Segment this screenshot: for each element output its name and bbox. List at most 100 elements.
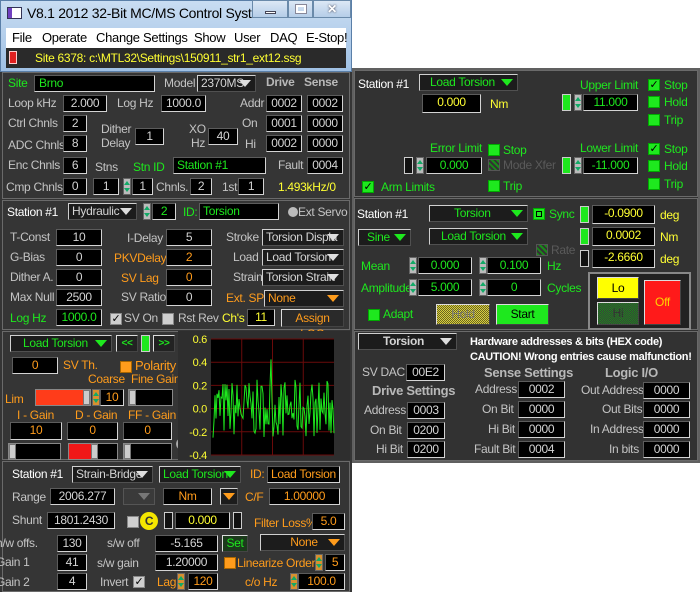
shunt-value-field[interactable]: 0.000: [175, 512, 230, 529]
filter-loss-field[interactable]: 5.0: [312, 513, 345, 530]
drive-on-bit-field[interactable]: 0200: [407, 422, 445, 439]
shunt-field[interactable]: 1801.2430: [47, 512, 115, 529]
upper-limit-field[interactable]: 11.000: [583, 94, 638, 111]
sensor-channel-dropdown[interactable]: Load Torsion: [159, 466, 241, 483]
enc-chnls-field[interactable]: 6: [63, 157, 87, 174]
waveform-dropdown[interactable]: Sine: [358, 229, 411, 246]
lim-slider[interactable]: [35, 389, 91, 406]
station-select-field[interactable]: 1: [132, 178, 153, 195]
cmp-chnls-field[interactable]: 0: [63, 178, 87, 195]
lower-stop-checkbox[interactable]: ✓: [648, 143, 660, 155]
model-dropdown[interactable]: 2370MS: [197, 75, 256, 92]
sv-threshold-field[interactable]: 0: [12, 357, 58, 374]
menu-operate[interactable]: Operate: [42, 30, 87, 46]
stns-field[interactable]: 1: [93, 178, 119, 195]
hi-button[interactable]: Hi: [597, 302, 639, 325]
close-button[interactable]: ✕: [313, 0, 351, 18]
arm-limits-checkbox[interactable]: ✓: [362, 181, 374, 193]
loop-khz-field[interactable]: 2.000: [63, 95, 107, 112]
maximize-button[interactable]: [288, 0, 313, 18]
calibrate-button[interactable]: C: [140, 512, 158, 530]
sense-addr-field[interactable]: 0002: [307, 95, 343, 112]
mode-xfer-checkbox[interactable]: [488, 159, 500, 171]
i-delay-field[interactable]: 5: [166, 229, 212, 246]
range-multiplier-dropdown[interactable]: [123, 488, 155, 505]
control-channel-dropdown[interactable]: Load Torsion: [429, 228, 528, 245]
station-spinner[interactable]: [123, 178, 131, 195]
g-bias-field[interactable]: 0: [56, 249, 102, 266]
sync-checkbox[interactable]: [533, 208, 545, 220]
xo-hz-field[interactable]: 40: [208, 128, 238, 145]
readout3-toggle[interactable]: [580, 250, 589, 267]
linearize-order-field[interactable]: 5: [325, 554, 345, 571]
slider-thumb[interactable]: [124, 444, 131, 459]
ext-servo-radio[interactable]: [288, 207, 298, 217]
prev-channel-button[interactable]: <<: [116, 335, 138, 352]
drive-hi-bit-field[interactable]: 0200: [407, 441, 445, 458]
error-trip-checkbox[interactable]: [488, 180, 500, 192]
shunt-checkbox[interactable]: [127, 516, 139, 528]
readout1-toggle[interactable]: [580, 206, 589, 223]
sw-gain-field[interactable]: 1.20000: [155, 554, 218, 571]
menu-show[interactable]: Show: [194, 30, 226, 46]
upper-trip-checkbox[interactable]: [648, 114, 660, 126]
lower-limit-spinner[interactable]: [574, 157, 582, 174]
mean-spinner[interactable]: [409, 257, 417, 274]
lower-limit-toggle[interactable]: [562, 157, 571, 174]
unit-field[interactable]: Nm: [163, 488, 212, 505]
error-limit-field[interactable]: 0.000: [426, 157, 482, 174]
sensor-id-field[interactable]: Load Torsion: [267, 466, 340, 483]
lower-limit-field[interactable]: -11.000: [583, 157, 638, 174]
amplitude-field[interactable]: 5.000: [418, 279, 472, 296]
sense-address-field[interactable]: 0002: [518, 381, 565, 398]
sense-hi-bit-field[interactable]: 0000: [518, 421, 565, 438]
cycles-spinner[interactable]: [479, 279, 487, 296]
stn-id-field[interactable]: Station #1: [173, 157, 266, 174]
strain-dropdown[interactable]: Torsion Strain: [262, 269, 344, 286]
site-field[interactable]: Brno: [34, 75, 155, 92]
ff-gain-field[interactable]: 0: [123, 422, 172, 440]
d-gain-slider[interactable]: [68, 443, 118, 460]
sense-hi-field[interactable]: 0000: [307, 135, 343, 152]
chs-field[interactable]: 11: [247, 309, 275, 326]
slider-thumb[interactable]: [91, 444, 98, 459]
upper-hold-checkbox[interactable]: [648, 96, 660, 108]
adapt-checkbox[interactable]: [368, 309, 380, 321]
servo-log-hz-field[interactable]: 1000.0: [56, 309, 102, 326]
unit-dropdown-button[interactable]: [220, 488, 238, 505]
linearize-dropdown[interactable]: None: [260, 534, 345, 551]
servo-num-spinner[interactable]: [143, 203, 151, 220]
menu-user[interactable]: User: [234, 30, 261, 46]
drive-addr-field[interactable]: 0002: [266, 95, 302, 112]
ext-sp-dropdown[interactable]: None: [264, 290, 344, 307]
drive-address-field[interactable]: 0003: [407, 402, 445, 419]
out-address-field[interactable]: 0000: [643, 382, 690, 399]
readout2-toggle[interactable]: [580, 228, 589, 245]
coarse-gain-spinner[interactable]: [92, 389, 100, 406]
minimize-button[interactable]: [252, 0, 288, 18]
out-bits-field[interactable]: 0000: [643, 401, 690, 418]
lower-trip-checkbox[interactable]: [648, 178, 660, 190]
gain1-field[interactable]: 41: [57, 554, 87, 571]
menu-file[interactable]: File: [12, 30, 32, 46]
coarse-gain-field[interactable]: 10: [100, 389, 124, 406]
cycles-field[interactable]: 0: [487, 279, 541, 296]
max-null-field[interactable]: 2500: [56, 289, 102, 306]
sv-dac-field[interactable]: 00E2: [406, 364, 445, 381]
sensor-type-dropdown[interactable]: Strain-Bridge: [72, 466, 153, 483]
fault-field[interactable]: 0004: [307, 157, 343, 174]
chnls-field[interactable]: 2: [190, 178, 212, 195]
drive-hi-field[interactable]: 0002: [266, 135, 302, 152]
dither-delay-field[interactable]: 1: [135, 128, 164, 145]
first-field[interactable]: 1: [238, 178, 264, 195]
load-dropdown[interactable]: Load Torsion: [262, 249, 344, 266]
ctrl-chnls-field[interactable]: 2: [63, 115, 87, 132]
gain2-field[interactable]: 4: [57, 573, 87, 590]
menu-daq[interactable]: DAQ: [270, 30, 298, 46]
sense-fault-bit-field[interactable]: 0004: [518, 441, 565, 458]
sv-lag-field[interactable]: 0: [166, 269, 212, 286]
fine-gain-slider[interactable]: [128, 389, 173, 406]
sv-on-checkbox[interactable]: ✓: [110, 313, 122, 325]
shunt-toggle-left[interactable]: [164, 512, 173, 529]
shunt-toggle-right[interactable]: [233, 512, 242, 529]
